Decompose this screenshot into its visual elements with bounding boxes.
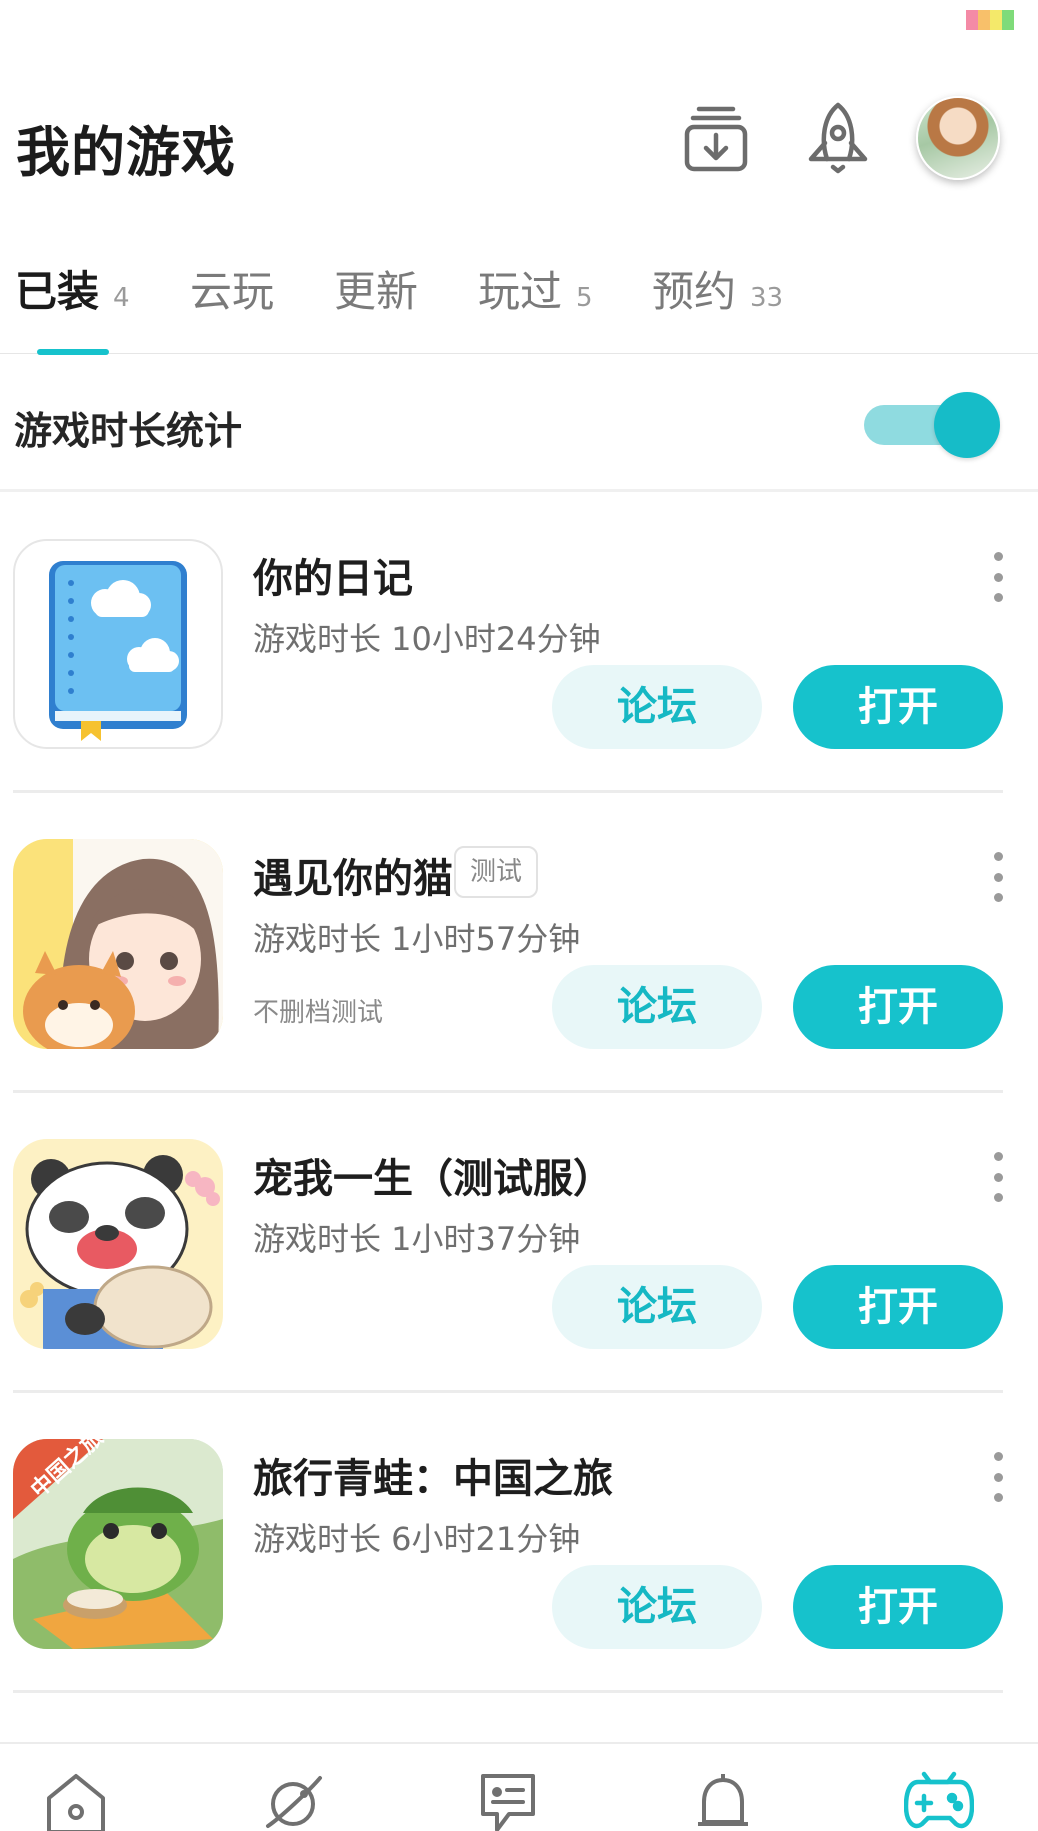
rocket-icon[interactable] [800,100,876,176]
nav-forum[interactable] [473,1770,543,1831]
divider [13,1690,1003,1693]
more-options-icon[interactable] [990,1452,1006,1502]
play-time-stats-label: 游戏时长统计 [14,409,243,453]
gamepad-icon [904,1771,974,1829]
travel-frog-game-icon[interactable]: 中国之旅 [13,1439,223,1649]
nav-home[interactable] [41,1770,111,1831]
bottom-navigation [0,1742,1038,1831]
status-dot [1002,10,1014,30]
forum-chat-icon [481,1774,535,1831]
divider [13,1090,1003,1093]
diary-game-icon[interactable] [13,539,223,749]
game-item: 你的日记 游戏时长 10小时24分钟 论坛 打开 [0,524,1038,824]
open-button[interactable]: 打开 [793,1265,1003,1349]
status-dot [990,10,1002,30]
nav-discover[interactable] [258,1770,328,1831]
game-item: 遇见你的猫 测试 游戏时长 1小时57分钟 不删档测试 论坛 打开 [0,824,1038,1124]
game-name: 宠我一生（测试服） [253,1156,613,1202]
planet-icon [266,1776,322,1828]
tab-updates[interactable]: 更新 [334,258,418,318]
tab-label: 云玩 [190,267,275,316]
forum-button[interactable]: 论坛 [552,1565,762,1649]
status-dot [978,10,990,30]
cat-game-icon[interactable] [13,839,223,1049]
open-button[interactable]: 打开 [793,965,1003,1049]
game-name: 旅行青蛙：中国之旅 [253,1456,613,1502]
game-name: 遇见你的猫 [253,856,453,902]
more-options-icon[interactable] [990,852,1006,902]
active-tab-indicator [37,349,109,355]
forum-button[interactable]: 论坛 [552,665,762,749]
forum-button[interactable]: 论坛 [552,1265,762,1349]
page-header: 我的游戏 [0,90,1038,190]
bell-icon [698,1774,748,1826]
play-time-stats-row: 游戏时长统计 [0,356,1038,492]
tab-count: 4 [113,283,130,313]
tab-label: 预约 [652,267,737,316]
game-play-time: 游戏时长 6小时21分钟 [253,1520,581,1558]
nav-my-games[interactable] [904,1770,974,1831]
tab-played[interactable]: 玩过 5 [478,258,593,318]
divider [13,790,1003,793]
tab-installed[interactable]: 已装 4 [15,258,130,318]
download-box-icon[interactable] [678,100,754,176]
game-play-time: 游戏时长 1小时57分钟 [253,920,581,958]
home-icon [47,1774,105,1831]
tab-label: 已装 [15,267,100,316]
game-play-time: 游戏时长 1小时37分钟 [253,1220,581,1258]
game-play-time: 游戏时长 10小时24分钟 [253,620,601,658]
game-note: 不删档测试 [253,998,384,1028]
game-item: 中国之旅 旅行青蛙：中国之旅 游戏时长 6小时21分钟 论坛 打开 [0,1424,1038,1724]
toggle-knob [934,392,1000,458]
open-button[interactable]: 打开 [793,1565,1003,1649]
nav-notifications[interactable] [688,1770,758,1831]
open-button[interactable]: 打开 [793,665,1003,749]
avatar[interactable] [916,96,1000,180]
page-title: 我的游戏 [16,121,236,184]
panda-game-icon[interactable] [13,1139,223,1349]
tab-label: 玩过 [478,267,563,316]
game-item: 宠我一生（测试服） 游戏时长 1小时37分钟 论坛 打开 [0,1124,1038,1424]
tab-count: 33 [750,283,784,313]
test-badge: 测试 [454,846,539,898]
tab-count: 5 [576,283,593,313]
forum-button[interactable]: 论坛 [552,965,762,1049]
status-dot [966,10,978,30]
divider [13,1390,1003,1393]
tab-label: 更新 [334,267,419,316]
tab-cloud-play[interactable]: 云玩 [190,258,274,318]
tab-reserved[interactable]: 预约 33 [652,258,783,318]
tab-bar: 已装 4 云玩 更新 玩过 5 预约 33 [0,258,1038,355]
more-options-icon[interactable] [990,552,1006,602]
status-indicator [966,10,1014,30]
game-name: 你的日记 [253,556,413,602]
play-time-stats-toggle[interactable] [864,392,1000,458]
more-options-icon[interactable] [990,1152,1006,1202]
